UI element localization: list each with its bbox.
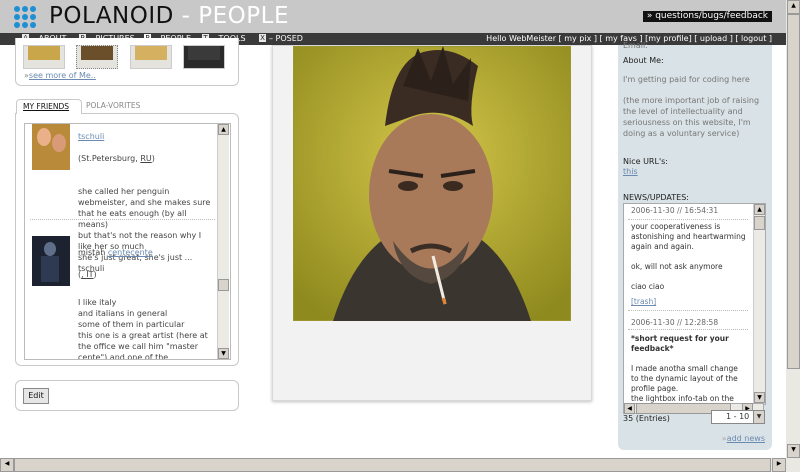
about-me-note: (the more important job of raising the l… bbox=[623, 96, 760, 138]
url-link[interactable]: this bbox=[623, 166, 763, 177]
picture-thumbnail[interactable] bbox=[183, 45, 225, 69]
greeting: Hello WebMeister bbox=[486, 34, 556, 43]
page-scrollbar[interactable]: ▲ ▼ bbox=[786, 0, 800, 458]
email-label: Email: bbox=[623, 41, 648, 50]
friend-avatar[interactable] bbox=[32, 124, 70, 170]
scrollbar-corner bbox=[786, 458, 800, 472]
scroll-up-icon[interactable]: ▲ bbox=[754, 204, 765, 215]
feedback-link[interactable]: » questions/bugs/feedback bbox=[642, 11, 772, 22]
entries-count: 35 (Entries) bbox=[623, 414, 670, 423]
scroll-left-icon[interactable]: ◀ bbox=[0, 458, 14, 472]
scroll-left-icon[interactable]: ◀ bbox=[624, 403, 635, 414]
about-me-text: I'm getting paid for coding here bbox=[623, 75, 750, 84]
friend-name[interactable]: mistah centecente bbox=[78, 247, 218, 258]
nice-urls-label: Nice URL's: bbox=[623, 157, 669, 166]
news-label: NEWS/UPDATES: bbox=[623, 193, 689, 202]
picture-thumbnail[interactable] bbox=[23, 45, 65, 69]
nav-key-icon: X bbox=[259, 34, 266, 42]
scroll-thumb[interactable] bbox=[787, 14, 800, 369]
scroll-thumb[interactable] bbox=[14, 458, 771, 472]
scroll-down-icon[interactable]: ▼ bbox=[754, 392, 765, 403]
friend-location: (, IT) bbox=[78, 270, 97, 279]
page-select[interactable]: 1 - 10 ▼ bbox=[711, 410, 765, 424]
main-photo-frame bbox=[272, 45, 592, 401]
scroll-up-icon[interactable]: ▲ bbox=[218, 124, 229, 135]
divider bbox=[628, 310, 748, 311]
news-date: 2006-11-30 // 12:28:58 bbox=[631, 318, 719, 327]
header: POLANOID - PEOPLE » questions/bugs/feedb… bbox=[0, 0, 786, 33]
news-scrollbar[interactable]: ▲ ▼ bbox=[753, 204, 765, 404]
divider bbox=[628, 219, 748, 220]
my-pix-link[interactable]: [ my pix ] bbox=[559, 34, 597, 43]
scroll-thumb[interactable] bbox=[754, 216, 765, 230]
nav-posed[interactable]: X – POSED bbox=[259, 33, 303, 45]
edit-button[interactable]: Edit bbox=[23, 388, 49, 404]
friend-name[interactable]: tschuli bbox=[78, 131, 218, 142]
add-news-link[interactable]: »add news bbox=[722, 434, 765, 443]
scroll-down-icon[interactable]: ▼ bbox=[787, 444, 800, 458]
scroll-down-icon[interactable]: ▼ bbox=[218, 348, 229, 359]
trash-link[interactable]: [trash] bbox=[631, 297, 749, 307]
picture-thumbnail[interactable] bbox=[130, 45, 172, 69]
friends-scrollbar[interactable]: ▲ ▼ bbox=[217, 124, 229, 359]
friends-list[interactable]: tschuli (St.Petersburg, RU) she called h… bbox=[24, 123, 231, 360]
about-me-label: About Me: bbox=[623, 56, 664, 65]
news-title: *short request for your feedback* bbox=[631, 334, 729, 353]
friend-avatar[interactable] bbox=[32, 236, 70, 286]
scroll-up-icon[interactable]: ▲ bbox=[787, 0, 800, 14]
divider bbox=[30, 219, 215, 220]
news-body: your cooperativeness is astonishing and … bbox=[631, 222, 746, 291]
news-list[interactable]: 2006-11-30 // 16:54:31 your cooperativen… bbox=[623, 203, 766, 405]
friend-location: (St.Petersburg, RU) bbox=[78, 154, 155, 163]
chevron-down-icon[interactable]: ▼ bbox=[753, 411, 764, 423]
see-more-link[interactable]: »see more of Me.. bbox=[24, 71, 96, 80]
scroll-right-icon[interactable]: ▶ bbox=[772, 458, 786, 472]
profile-info-panel: Email: About Me: I'm getting paid for co… bbox=[618, 41, 772, 450]
site-logo[interactable]: POLANOID - PEOPLE bbox=[49, 3, 289, 29]
friend-description: I like italy and italians in general som… bbox=[78, 298, 208, 360]
tab-pola-vorites[interactable]: POLA-VORITES bbox=[80, 99, 146, 113]
logout-link[interactable]: [ logout ] bbox=[735, 34, 772, 43]
tab-my-friends[interactable]: MY FRIENDS bbox=[16, 99, 82, 114]
news-body: I made anotha small change to the dynami… bbox=[631, 364, 738, 403]
logo-dots-icon[interactable] bbox=[14, 6, 36, 28]
news-date: 2006-11-30 // 16:54:31 bbox=[631, 206, 719, 215]
page-hscrollbar[interactable]: ◀ ▶ bbox=[0, 458, 786, 472]
picture-thumbnail[interactable] bbox=[76, 45, 118, 69]
profile-photo[interactable] bbox=[293, 46, 571, 321]
scroll-thumb[interactable] bbox=[218, 279, 229, 291]
upload-link[interactable]: [ upload ] bbox=[694, 34, 733, 43]
divider bbox=[628, 329, 748, 330]
my-profile-link[interactable]: [my profile] bbox=[645, 34, 692, 43]
